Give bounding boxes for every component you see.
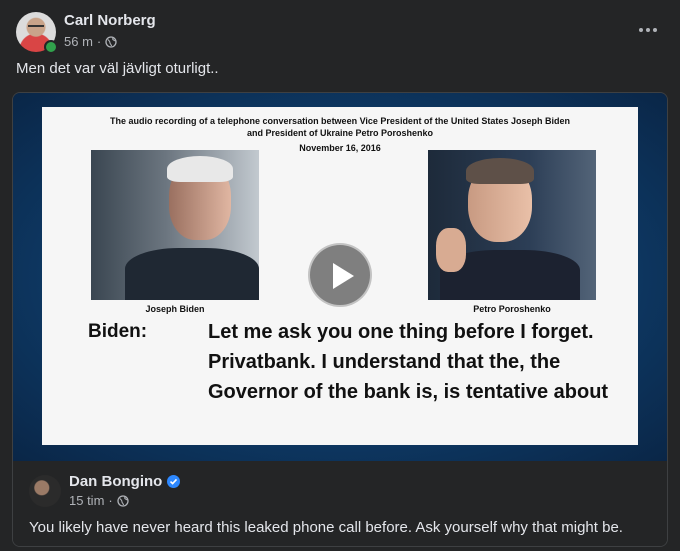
caption-right: Petro Poroshenko bbox=[473, 304, 551, 314]
verified-badge-icon bbox=[167, 475, 181, 488]
globe-icon[interactable] bbox=[105, 35, 117, 48]
shared-post[interactable]: The audio recording of a telephone conve… bbox=[12, 92, 668, 547]
slide-title: The audio recording of a telephone conve… bbox=[42, 115, 638, 139]
post-text: Men det var väl jävligt oturligt.. bbox=[16, 60, 219, 77]
photo-poroshenko bbox=[428, 150, 596, 300]
post-meta: 56 m · bbox=[64, 34, 117, 49]
play-icon bbox=[333, 263, 354, 289]
meta-separator: · bbox=[96, 34, 102, 49]
slide-title-line1: The audio recording of a telephone conve… bbox=[110, 116, 570, 126]
play-button[interactable] bbox=[308, 243, 372, 307]
post-time[interactable]: 56 m bbox=[64, 34, 93, 49]
slide-title-line2: and President of Ukraine Petro Poroshenk… bbox=[246, 128, 434, 138]
shared-meta: 15 tim · bbox=[69, 493, 129, 508]
shared-author: Dan Bongino bbox=[69, 473, 181, 490]
shared-post-footer: Dan Bongino 15 tim · You likely have nev… bbox=[13, 461, 667, 546]
shared-post-text: You likely have never heard this leaked … bbox=[29, 519, 623, 536]
more-horizontal-icon bbox=[639, 28, 643, 32]
post-card: Carl Norberg 56 m · Men det var väl jävl… bbox=[0, 0, 680, 551]
author-name[interactable]: Carl Norberg bbox=[64, 12, 156, 29]
shared-separator: · bbox=[108, 493, 113, 508]
online-status-dot bbox=[44, 40, 58, 54]
avatar-glasses bbox=[28, 25, 44, 31]
caption-left: Joseph Biden bbox=[145, 304, 205, 314]
shared-author-avatar[interactable] bbox=[29, 475, 61, 507]
video-player[interactable]: The audio recording of a telephone conve… bbox=[13, 93, 667, 461]
globe-icon[interactable] bbox=[117, 494, 129, 507]
more-options-button[interactable] bbox=[634, 18, 662, 42]
shared-time[interactable]: 15 tim bbox=[69, 493, 104, 508]
slide-quote: Let me ask you one thing before I forget… bbox=[208, 321, 609, 403]
shared-author-name[interactable]: Dan Bongino bbox=[69, 473, 162, 490]
slide-speaker: Biden: bbox=[88, 321, 148, 342]
photo-biden bbox=[91, 150, 259, 300]
